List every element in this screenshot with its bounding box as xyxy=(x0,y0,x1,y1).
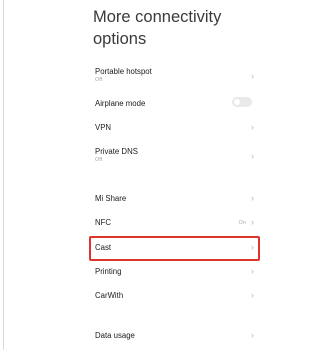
data-usage-row[interactable]: Data usage › xyxy=(84,330,260,355)
nfc-status: On xyxy=(238,220,246,226)
vpn-row[interactable]: VPN › xyxy=(84,122,260,147)
portable-hotspot-status: Off xyxy=(95,77,103,83)
carwith-row[interactable]: CarWith › xyxy=(84,290,260,315)
toggle-knob xyxy=(234,99,240,105)
vpn-label: VPN xyxy=(95,123,112,132)
private-dns-row[interactable]: Private DNS Off › xyxy=(84,147,260,171)
nfc-label: NFC xyxy=(95,218,112,227)
airplane-mode-row[interactable]: Airplane mode xyxy=(84,97,260,123)
page-title: More connectivity options xyxy=(93,8,222,48)
mi-share-row[interactable]: Mi Share › xyxy=(84,193,260,218)
private-dns-status: Off xyxy=(95,157,103,163)
chevron-right-icon: › xyxy=(251,330,254,340)
chevron-right-icon: › xyxy=(251,122,254,132)
chevron-right-icon: › xyxy=(251,151,254,161)
chevron-right-icon: › xyxy=(251,71,254,81)
window-left-border xyxy=(3,0,4,350)
portable-hotspot-label: Portable hotspot xyxy=(95,67,152,76)
cast-highlight-box xyxy=(89,236,260,261)
chevron-right-icon: › xyxy=(251,193,254,203)
airplane-mode-label: Airplane mode xyxy=(95,99,146,108)
printing-row[interactable]: Printing › xyxy=(84,266,260,291)
airplane-mode-toggle[interactable] xyxy=(232,97,252,107)
private-dns-label: Private DNS xyxy=(95,147,138,156)
settings-screen: More connectivity options Portable hotsp… xyxy=(84,0,262,350)
chevron-right-icon: › xyxy=(251,217,254,227)
carwith-label: CarWith xyxy=(95,291,124,300)
mi-share-label: Mi Share xyxy=(95,194,127,203)
chevron-right-icon: › xyxy=(251,290,254,300)
data-usage-label: Data usage xyxy=(95,331,135,340)
printing-label: Printing xyxy=(95,267,122,276)
portable-hotspot-row[interactable]: Portable hotspot Off › xyxy=(84,67,260,91)
chevron-right-icon: › xyxy=(251,266,254,276)
